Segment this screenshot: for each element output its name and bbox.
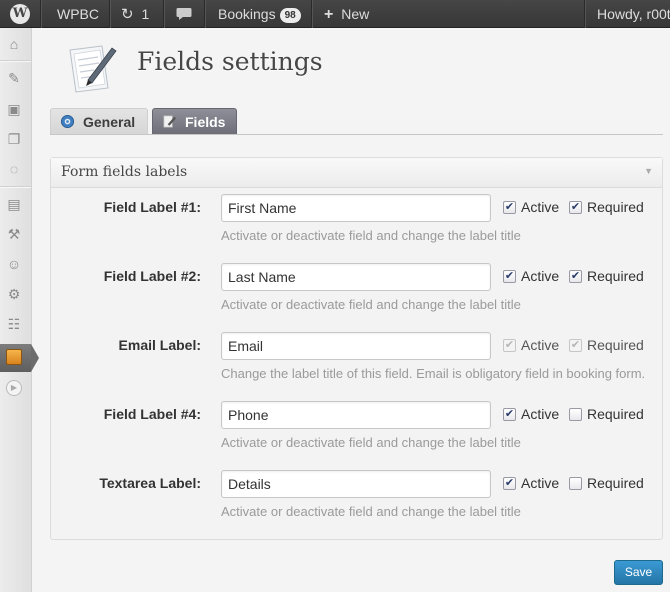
email-input[interactable] [221, 332, 491, 360]
tab-general[interactable]: General [50, 108, 148, 134]
textarea-label: Textarea Label: [99, 475, 201, 491]
plugins-icon[interactable]: ⚒ [5, 225, 23, 243]
tab-fields-label: Fields [185, 114, 226, 130]
plus-icon: + [324, 6, 334, 23]
email-description: Change the label title of this field. Em… [221, 366, 646, 381]
textarea-description: Activate or deactivate field and change … [221, 504, 521, 519]
field-1-active-checkbox[interactable]: ✔ [503, 201, 516, 214]
email-active-label: Active [521, 337, 560, 353]
field-1-description: Activate or deactivate field and change … [221, 228, 521, 243]
save-button[interactable]: Save [614, 560, 663, 585]
panel-header[interactable]: Form fields labels ▼ [51, 158, 662, 188]
field-label-4: Field Label #4: [103, 406, 201, 422]
collapse-arrow-icon[interactable]: ▼ [644, 166, 653, 176]
field-1-active-label: Active [521, 199, 560, 215]
textarea-label-input[interactable] [221, 470, 491, 498]
refresh-icon: ↻ [121, 6, 134, 23]
account-menu[interactable]: Howdy, r00t [597, 0, 670, 28]
textarea-active-checkbox[interactable]: ✔ [503, 477, 516, 490]
comments-icon[interactable]: ◌ [5, 160, 23, 178]
field-label-1: Field Label #1: [103, 199, 201, 215]
email-required-checkbox: ✔ [569, 339, 582, 352]
updates-count: 1 [141, 6, 150, 22]
adminbar-divider [584, 0, 586, 28]
field-4-required-checkbox[interactable] [569, 408, 582, 421]
site-name-link[interactable]: WPBC [57, 0, 99, 28]
wordpress-logo-icon[interactable]: W [10, 4, 30, 24]
settings-icon[interactable]: ☷ [5, 315, 23, 333]
bookings-menu[interactable]: Bookings 98 [218, 0, 301, 28]
email-label: Email Label: [118, 337, 201, 353]
field-2-required-checkbox[interactable]: ✔ [569, 270, 582, 283]
admin-bar: W WPBC ↻ 1 Bookings 98 + New Howdy, r00t [0, 0, 670, 28]
media-icon[interactable]: ▣ [5, 100, 23, 118]
adminbar-divider [163, 0, 165, 28]
new-content-menu[interactable]: + New [324, 0, 369, 28]
collapse-menu-icon[interactable]: ▶ [6, 380, 22, 396]
tab-fields[interactable]: Fields [152, 108, 237, 134]
field-2-active-checkbox[interactable]: ✔ [503, 270, 516, 283]
dashboard-icon[interactable]: ⌂ [5, 35, 23, 53]
adminbar-divider [40, 0, 42, 28]
panel-title: Form fields labels [61, 164, 188, 180]
field-2-description: Activate or deactivate field and change … [221, 297, 521, 312]
field-1-input[interactable] [221, 194, 491, 222]
pages-icon[interactable]: ❐ [5, 130, 23, 148]
field-4-active-checkbox[interactable]: ✔ [503, 408, 516, 421]
field-1-required-label: Required [587, 199, 644, 215]
pin-icon[interactable]: ✎ [5, 69, 23, 87]
field-4-active-label: Active [521, 406, 560, 422]
bookings-count-badge: 98 [279, 8, 301, 23]
bookings-label: Bookings [218, 6, 276, 22]
admin-menu: ⌂ ✎ ▣ ❐ ◌ ▤ ⚒ ☺ ⚙ ☷ ▶ [0, 28, 39, 592]
tools-icon[interactable]: ⚙ [5, 285, 23, 303]
field-2-input[interactable] [221, 263, 491, 291]
field-2-active-label: Active [521, 268, 560, 284]
adminbar-divider [109, 0, 111, 28]
textarea-active-label: Active [521, 475, 560, 491]
field-4-description: Activate or deactivate field and change … [221, 435, 521, 450]
textarea-required-checkbox[interactable] [569, 477, 582, 490]
field-4-input[interactable] [221, 401, 491, 429]
field-label-2: Field Label #2: [103, 268, 201, 284]
tab-general-label: General [83, 114, 136, 130]
field-1-required-checkbox[interactable]: ✔ [569, 201, 582, 214]
field-2-required-label: Required [587, 268, 644, 284]
settings-pen-paper-icon [69, 45, 117, 93]
textarea-required-label: Required [587, 475, 644, 491]
updates-link[interactable]: ↻ 1 [121, 0, 149, 28]
new-label: New [341, 6, 370, 22]
adminbar-divider [311, 0, 313, 28]
email-required-label: Required [587, 337, 644, 353]
menu-separator [0, 186, 31, 188]
gear-icon [60, 114, 75, 129]
adminbar-divider [204, 0, 206, 28]
edit-document-icon [163, 115, 177, 128]
menu-separator [0, 60, 31, 62]
page-title: Fields settings [137, 47, 323, 76]
comments-link[interactable] [176, 0, 192, 28]
comment-bubble-icon [176, 8, 192, 20]
field-4-required-label: Required [587, 406, 644, 422]
email-active-checkbox: ✔ [503, 339, 516, 352]
tabs-underline [50, 134, 663, 135]
